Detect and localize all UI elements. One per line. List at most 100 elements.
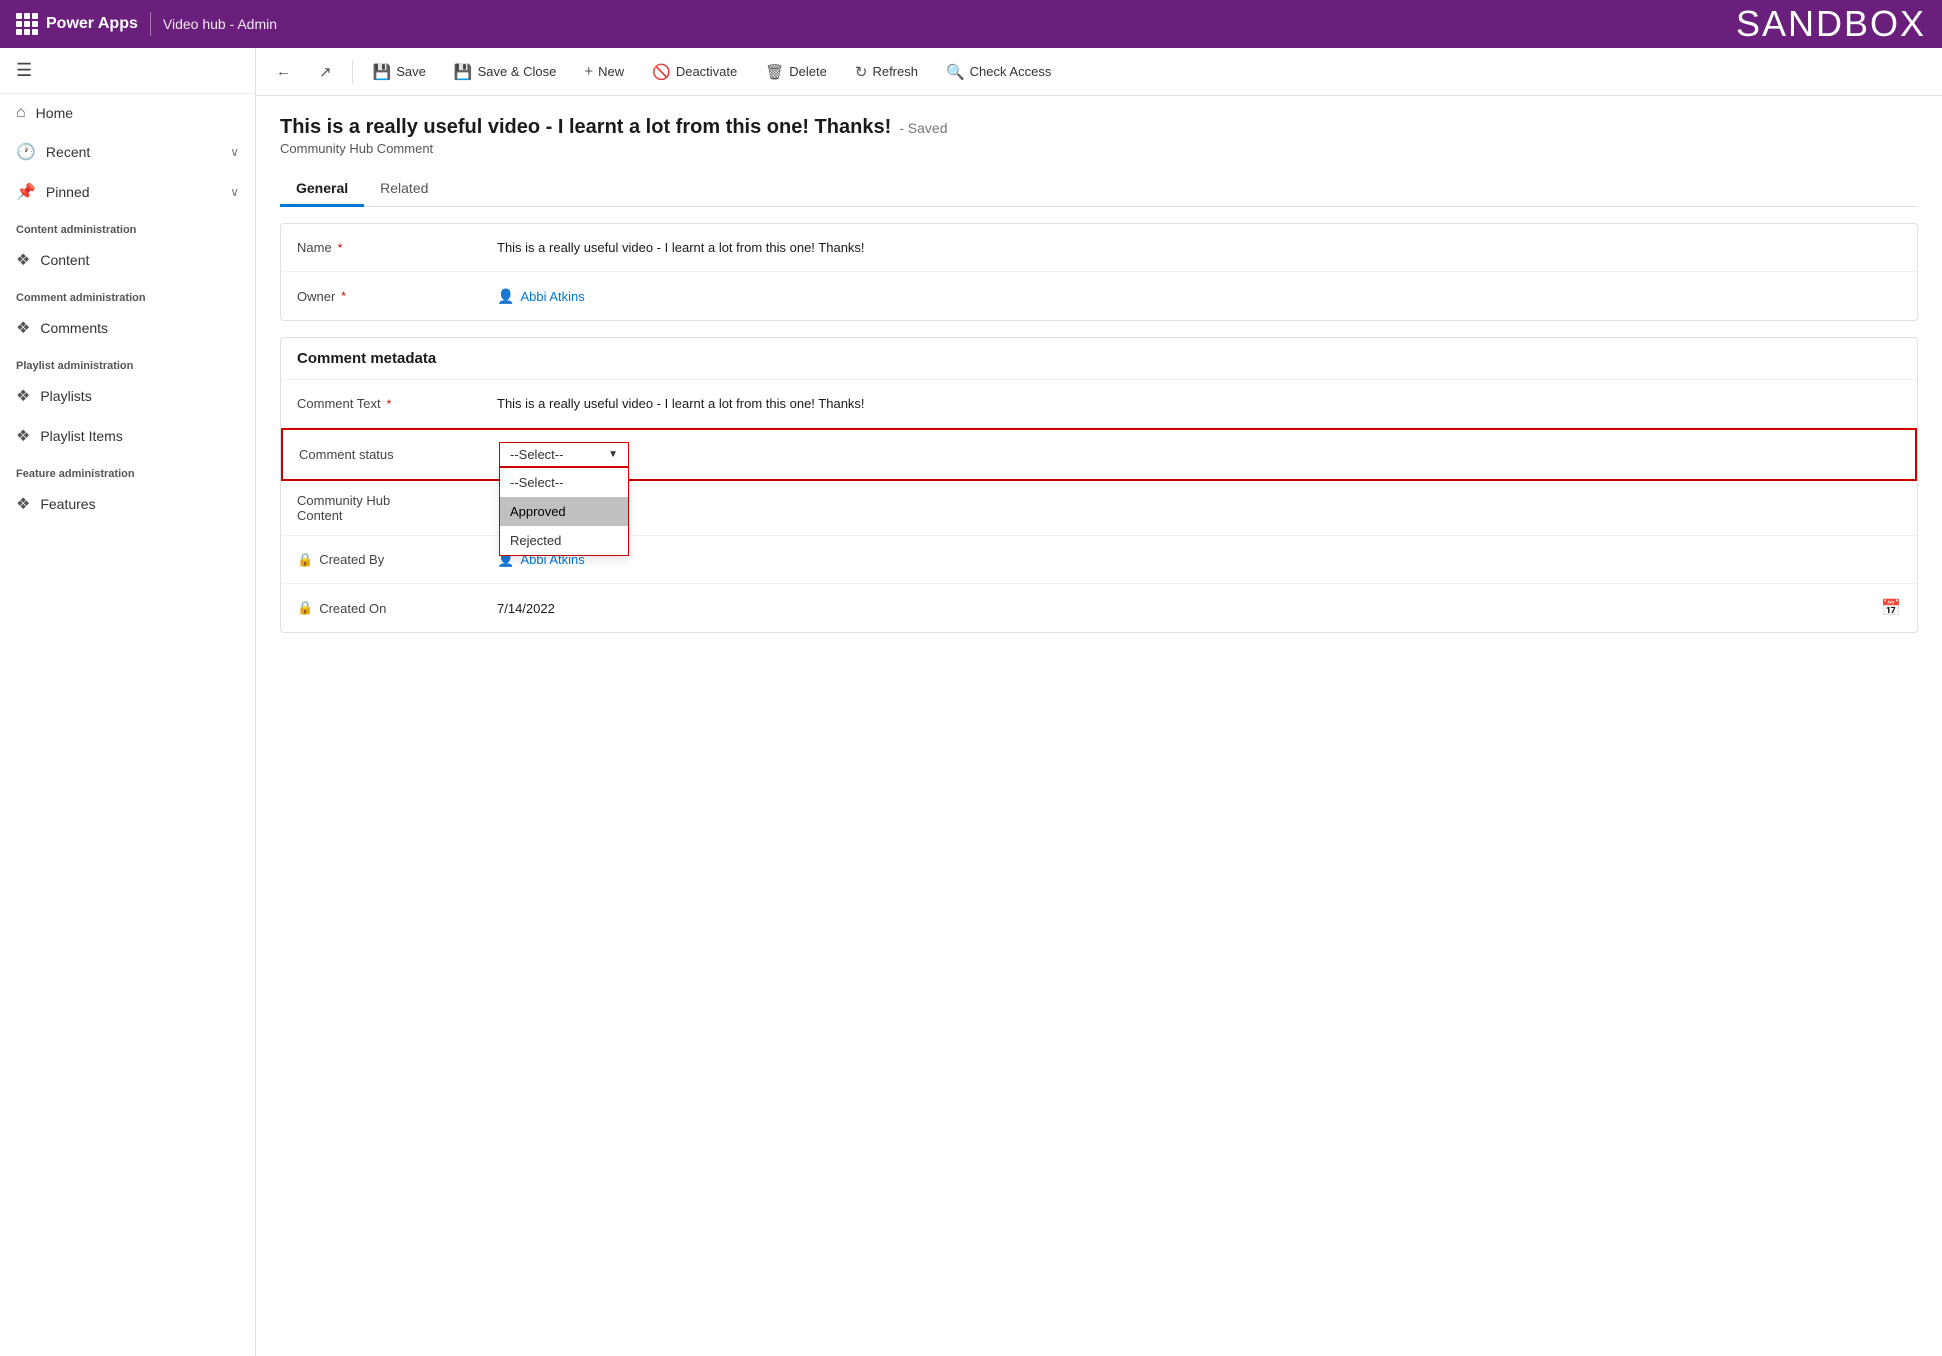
tab-related[interactable]: Related bbox=[364, 172, 444, 207]
home-icon: ⌂ bbox=[16, 104, 26, 122]
sidebar-item-label: Recent bbox=[46, 144, 90, 160]
saved-status: - Saved bbox=[899, 120, 947, 136]
sidebar-item-label: Playlist Items bbox=[40, 428, 122, 444]
dropdown-option-approved[interactable]: Approved bbox=[500, 497, 628, 526]
save-label: Save bbox=[396, 64, 426, 79]
back-button[interactable]: ← bbox=[264, 57, 303, 86]
check-access-button[interactable]: 🔍 Check Access bbox=[934, 57, 1063, 87]
external-link-button[interactable]: ↗ bbox=[307, 57, 344, 87]
check-access-icon: 🔍 bbox=[946, 63, 965, 81]
sidebar-item-features[interactable]: ❖ Features bbox=[0, 484, 255, 524]
comments-icon: ❖ bbox=[16, 318, 30, 338]
dropdown-list: --Select-- Approved Rejected bbox=[499, 467, 629, 556]
deactivate-button[interactable]: 🚫 Deactivate bbox=[640, 57, 749, 87]
record-tabs: General Related bbox=[280, 172, 1918, 207]
top-bar-divider bbox=[150, 12, 151, 36]
general-form-section: Name * This is a really useful video - I… bbox=[280, 223, 1918, 321]
sidebar-item-playlist-items[interactable]: ❖ Playlist Items bbox=[0, 416, 255, 456]
save-button[interactable]: 💾 Save bbox=[361, 57, 438, 87]
playlists-icon: ❖ bbox=[16, 386, 30, 406]
sidebar-item-home[interactable]: ⌂ Home bbox=[0, 94, 255, 132]
user-icon: 👤 bbox=[497, 288, 514, 305]
required-indicator: * bbox=[338, 241, 343, 255]
calendar-icon[interactable]: 📅 bbox=[1881, 598, 1901, 618]
chevron-down-icon: ∨ bbox=[230, 145, 239, 159]
field-created-on-label: 🔒 Created On bbox=[297, 600, 497, 616]
sidebar-item-comments[interactable]: ❖ Comments bbox=[0, 308, 255, 348]
section-playlist-admin: Playlist administration bbox=[0, 348, 255, 376]
field-name-row: Name * This is a really useful video - I… bbox=[281, 224, 1917, 272]
lock-icon: 🔒 bbox=[297, 552, 313, 568]
sidebar: ☰ ⌂ Home 🕐 Recent ∨ 📌 Pinned ∨ Content a… bbox=[0, 48, 256, 1356]
select-current-value: --Select-- bbox=[510, 447, 563, 462]
field-community-hub-label: Community HubContent bbox=[297, 493, 497, 523]
new-icon: + bbox=[584, 63, 593, 80]
field-created-by-label: 🔒 Created By bbox=[297, 552, 497, 568]
required-indicator: * bbox=[341, 289, 346, 303]
app-grid-icon[interactable] bbox=[16, 13, 38, 35]
dropdown-option-rejected[interactable]: Rejected bbox=[500, 526, 628, 555]
delete-icon: 🗑 bbox=[765, 63, 784, 81]
metadata-section: Comment metadata Comment Text * This is … bbox=[280, 337, 1918, 633]
section-feature-admin: Feature administration bbox=[0, 456, 255, 484]
sidebar-item-recent[interactable]: 🕐 Recent ∨ bbox=[0, 132, 255, 172]
playlist-items-icon: ❖ bbox=[16, 426, 30, 446]
refresh-button[interactable]: ↻ Refresh bbox=[843, 57, 930, 87]
top-bar: Power Apps Video hub - Admin SANDBOX bbox=[0, 0, 1942, 48]
content-icon: ❖ bbox=[16, 250, 30, 270]
entity-type: Community Hub Comment bbox=[280, 141, 1918, 156]
field-comment-status-value: --Select-- ▼ --Select-- Approved Rejecte… bbox=[499, 442, 1899, 467]
sidebar-item-content[interactable]: ❖ Content bbox=[0, 240, 255, 280]
save-close-label: Save & Close bbox=[478, 64, 557, 79]
dropdown-option-select[interactable]: --Select-- bbox=[500, 468, 628, 497]
delete-label: Delete bbox=[789, 64, 827, 79]
lock-icon: 🔒 bbox=[297, 600, 313, 616]
deactivate-icon: 🚫 bbox=[652, 63, 671, 81]
tab-general[interactable]: General bbox=[280, 172, 364, 207]
field-name-value[interactable]: This is a really useful video - I learnt… bbox=[497, 240, 1901, 255]
field-created-on-value: 7/14/2022 bbox=[497, 601, 1881, 616]
hub-name: Video hub - Admin bbox=[163, 16, 277, 32]
field-comment-text-value[interactable]: This is a really useful video - I learnt… bbox=[497, 396, 1901, 411]
new-label: New bbox=[598, 64, 624, 79]
sidebar-item-label: Comments bbox=[40, 320, 108, 336]
required-indicator: * bbox=[387, 397, 392, 411]
chevron-down-icon: ▼ bbox=[608, 449, 618, 460]
sidebar-item-label: Pinned bbox=[46, 184, 90, 200]
field-created-by-value[interactable]: 👤 Abbi Atkins bbox=[497, 551, 1901, 568]
check-access-label: Check Access bbox=[970, 64, 1052, 79]
recent-icon: 🕐 bbox=[16, 142, 36, 162]
hamburger-menu[interactable]: ☰ bbox=[0, 48, 255, 94]
sidebar-item-label: Features bbox=[40, 496, 95, 512]
sandbox-label: SANDBOX bbox=[1736, 3, 1926, 45]
field-comment-text-label: Comment Text * bbox=[297, 396, 497, 411]
field-comment-text-row: Comment Text * This is a really useful v… bbox=[281, 380, 1917, 428]
save-close-button[interactable]: 💾 Save & Close bbox=[442, 57, 568, 87]
comment-status-select[interactable]: --Select-- ▼ --Select-- Approved Rejecte… bbox=[499, 442, 629, 467]
sidebar-item-label: Home bbox=[36, 105, 73, 121]
sidebar-item-label: Content bbox=[40, 252, 89, 268]
record-content: This is a really useful video - I learnt… bbox=[256, 96, 1942, 1356]
save-close-icon: 💾 bbox=[454, 63, 473, 81]
new-button[interactable]: + New bbox=[572, 57, 636, 86]
sidebar-item-playlists[interactable]: ❖ Playlists bbox=[0, 376, 255, 416]
refresh-icon: ↻ bbox=[855, 63, 868, 81]
sidebar-item-pinned[interactable]: 📌 Pinned ∨ bbox=[0, 172, 255, 212]
sidebar-item-label: Playlists bbox=[40, 388, 91, 404]
field-owner-value[interactable]: 👤 Abbi Atkins bbox=[497, 288, 1901, 305]
record-title: This is a really useful video - I learnt… bbox=[280, 116, 1918, 139]
field-created-on-row: 🔒 Created On 7/14/2022 📅 bbox=[281, 584, 1917, 632]
save-icon: 💾 bbox=[373, 63, 392, 81]
toolbar-sep-1 bbox=[352, 60, 353, 84]
features-icon: ❖ bbox=[16, 494, 30, 514]
toolbar: ← ↗ 💾 Save 💾 Save & Close + New 🚫 Deacti… bbox=[256, 48, 1942, 96]
field-comment-status-row: Comment status --Select-- ▼ --Select-- A… bbox=[281, 428, 1917, 481]
select-display[interactable]: --Select-- ▼ bbox=[499, 442, 629, 467]
record-title-text: This is a really useful video - I learnt… bbox=[280, 116, 891, 139]
delete-button[interactable]: 🗑 Delete bbox=[753, 57, 839, 87]
section-comment-admin: Comment administration bbox=[0, 280, 255, 308]
pin-icon: 📌 bbox=[16, 182, 36, 202]
back-icon: ← bbox=[276, 63, 291, 80]
content-area: ← ↗ 💾 Save 💾 Save & Close + New 🚫 Deacti… bbox=[256, 48, 1942, 1356]
field-owner-row: Owner * 👤 Abbi Atkins bbox=[281, 272, 1917, 320]
